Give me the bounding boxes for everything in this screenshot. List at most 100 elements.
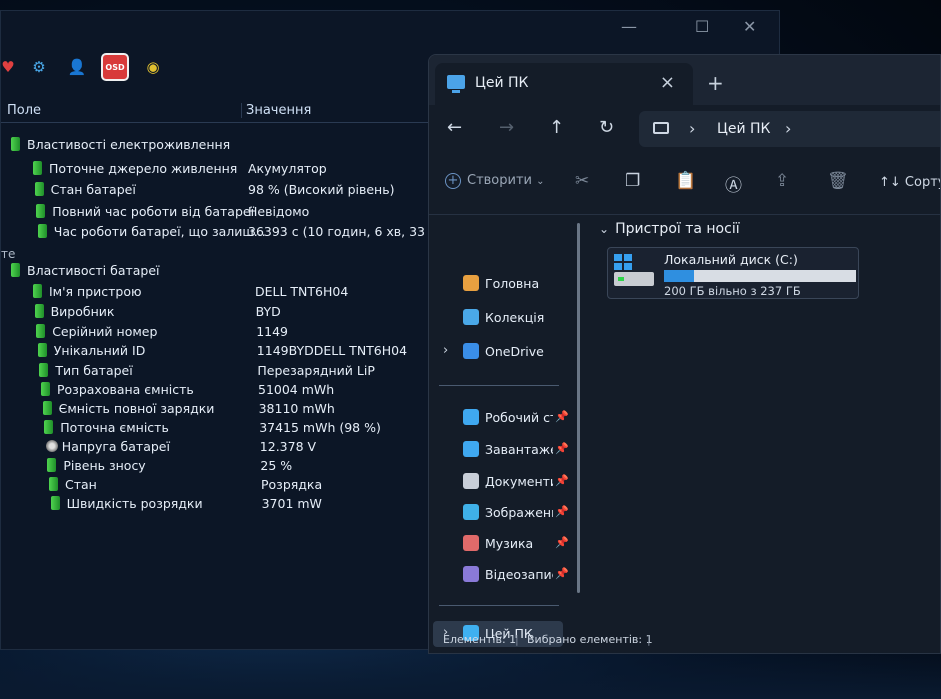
osd-icon[interactable]: OSD	[101, 53, 129, 81]
chevron-down-icon: ⌄	[599, 222, 610, 236]
address-bar[interactable]: › Цей ПК ›	[639, 111, 940, 147]
section-title: Пристрої та носії	[615, 221, 740, 237]
property-row[interactable]: Час роботи батареї, що залиш... 36393 с (…	[1, 222, 441, 242]
pin-icon[interactable]: 📌	[555, 536, 569, 549]
nav-item-pictures[interactable]: Зображення📌	[429, 500, 579, 526]
battery-leaf-icon	[49, 477, 58, 491]
property-name: Виробник	[50, 304, 115, 319]
rename-icon[interactable]: Ⓐ	[725, 171, 742, 196]
drive-name: Локальний диск (C:)	[664, 252, 798, 267]
property-row[interactable]: Властивості електроживлення	[1, 135, 431, 155]
close-icon[interactable]: ×	[660, 72, 675, 93]
property-row[interactable]: Стан Розрядка	[1, 475, 431, 495]
tab-title: Цей ПК	[475, 75, 529, 91]
nav-item-label: Колекція	[485, 310, 545, 325]
maximize-button[interactable]: ☐	[695, 17, 709, 36]
music-icon	[463, 535, 479, 551]
property-row[interactable]: Повний час роботи від батареї Невідомо	[1, 202, 431, 222]
property-name: Властивості електроживлення	[27, 137, 231, 152]
drive-c-tile[interactable]: Локальний диск (C:) 200 ГБ вільно з 237 …	[607, 247, 859, 299]
nav-item-download[interactable]: Завантаження📌	[429, 437, 579, 463]
new-button[interactable]: + Створити ⌄	[445, 173, 545, 189]
share-icon[interactable]: ⇪	[775, 171, 789, 191]
nav-item-video[interactable]: Відеозаписи📌	[429, 562, 579, 588]
refresh-button[interactable]: ↻	[599, 117, 614, 138]
property-row[interactable]: Стан батареї 98 % (Високий рівень)	[1, 180, 431, 200]
globe-icon[interactable]: ◉	[139, 53, 167, 81]
chevron-right-icon[interactable]: ›	[443, 343, 448, 358]
nav-item-label: OneDrive	[485, 344, 544, 359]
pin-icon[interactable]: 📌	[555, 474, 569, 487]
nav-item-label: Музика	[485, 536, 534, 551]
desktop-icon	[463, 409, 479, 425]
forward-button[interactable]: →	[499, 117, 514, 138]
column-header: Поле Значення	[1, 99, 431, 123]
item-count: Елементів: 1	[443, 633, 517, 646]
breadcrumb-this-pc[interactable]: Цей ПК	[717, 121, 771, 137]
battery-leaf-icon	[33, 161, 42, 175]
new-tab-button[interactable]: +	[707, 71, 724, 95]
minimize-button[interactable]: —	[621, 17, 637, 36]
up-button[interactable]: ↑	[549, 117, 564, 138]
property-name: Ємність повної зарядки	[58, 401, 215, 416]
battery-leaf-icon	[11, 137, 20, 151]
cut-icon[interactable]: ✂	[575, 171, 589, 191]
aida-toolbar: ♥ ⚙ 👤 OSD ◉	[1, 53, 167, 89]
property-value: Розрядка	[261, 477, 323, 492]
close-button[interactable]: ✕	[743, 17, 756, 36]
field-column-header[interactable]: Поле	[7, 103, 41, 118]
content-area: ⌄ Пристрої та носії Локальний диск (C:) 2…	[589, 215, 940, 635]
value-column-header[interactable]: Значення	[241, 103, 311, 118]
nav-item-gallery[interactable]: Колекція	[429, 305, 579, 331]
devices-section-header[interactable]: ⌄ Пристрої та носії	[599, 221, 740, 237]
heart-icon[interactable]: ♥	[1, 53, 15, 81]
property-row[interactable]: Серійний номер 1149	[1, 322, 431, 342]
delete-icon[interactable]: 🗑	[827, 171, 849, 191]
computer-network-icon[interactable]: ⚙	[25, 53, 53, 81]
pin-icon[interactable]: 📌	[555, 410, 569, 423]
property-name: Рівень зносу	[63, 458, 146, 473]
property-row[interactable]: Ім'я пристрою DELL TNT6H04	[1, 282, 431, 302]
property-row[interactable]: Рівень зносу 25 %	[1, 456, 431, 476]
battery-leaf-icon	[50, 496, 60, 510]
tab-this-pc[interactable]: Цей ПК ×	[435, 63, 693, 105]
property-row[interactable]: Унікальний ID 1149BYDDELL TNT6H04	[1, 341, 431, 361]
pin-icon[interactable]: 📌	[555, 442, 569, 455]
tab-bar: Цей ПК × +	[429, 55, 940, 105]
property-row[interactable]: Напруга батареї 12.378 V	[1, 437, 431, 457]
nav-item-music[interactable]: Музика 📌	[429, 531, 579, 557]
property-row[interactable]: Ємність повної зарядки 38110 mWh	[1, 399, 431, 419]
property-row[interactable]: Властивості батареї	[1, 261, 431, 281]
nav-item-label: Головна	[485, 276, 540, 291]
pin-icon[interactable]: 📌	[555, 505, 569, 518]
property-row[interactable]: Виробник BYD	[1, 302, 431, 322]
sort-button[interactable]: ↑↓ Сорту	[879, 175, 940, 190]
property-row[interactable]: Тип батареї Перезарядний LiP	[1, 361, 431, 381]
nav-item-home[interactable]: Головна	[429, 271, 579, 297]
nav-item-desktop[interactable]: Робочий стіл📌	[429, 405, 579, 431]
selected-count: Вибрано елементів: 1	[527, 633, 653, 646]
property-row[interactable]: Розрахована ємність 51004 mWh	[1, 380, 431, 400]
pc-icon	[447, 75, 465, 93]
copy-icon[interactable]: ❐	[625, 171, 640, 191]
breadcrumb-separator[interactable]: ›	[785, 119, 791, 138]
property-value: Перезарядний LiP	[257, 363, 375, 378]
battery-leaf-icon	[36, 324, 46, 338]
user-icon[interactable]: 👤	[63, 53, 91, 81]
property-row[interactable]: Поточна ємність 37415 mWh (98 %)	[1, 418, 431, 438]
property-row[interactable]: Поточне джерело живлення Акумулятор	[1, 159, 431, 179]
property-value: 12.378 V	[259, 439, 317, 454]
nav-scrollbar[interactable]	[577, 223, 580, 593]
taskbar-glow	[0, 649, 941, 699]
status-divider: |	[515, 633, 519, 646]
breadcrumb-separator[interactable]: ›	[689, 119, 695, 138]
paste-icon[interactable]: 📋	[675, 171, 696, 191]
nav-item-cloud[interactable]: › OneDrive	[429, 339, 579, 365]
property-row[interactable]: Швидкість розрядки 3701 mW	[1, 494, 431, 514]
plus-icon: +	[445, 173, 461, 189]
battery-leaf-icon	[47, 458, 57, 472]
pin-icon[interactable]: 📌	[555, 567, 569, 580]
nav-item-document[interactable]: Документи 📌	[429, 469, 579, 495]
back-button[interactable]: ←	[447, 117, 462, 138]
property-value: 98 % (Високий рівень)	[248, 182, 395, 197]
